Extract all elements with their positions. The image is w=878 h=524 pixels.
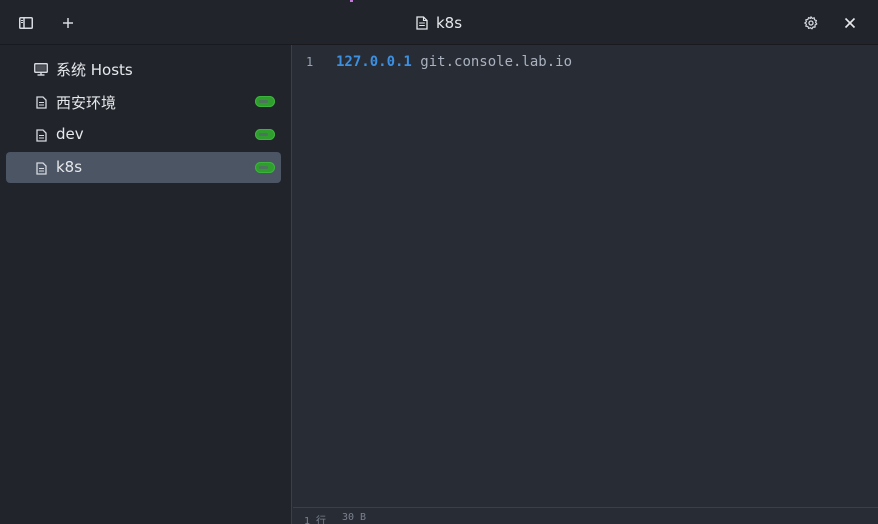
sidebar-item-system-hosts[interactable]: 系统 Hosts — [6, 53, 281, 84]
ip-address: 127.0.0.1 — [336, 54, 412, 70]
sidebar-item-xian[interactable]: 西安环境 — [6, 86, 281, 117]
file-icon — [33, 127, 49, 143]
sidebar-item-label: 西安环境 — [56, 94, 117, 112]
sidebar-item-label: k8s — [56, 158, 83, 176]
enable-toggle[interactable] — [255, 162, 275, 173]
line-count: 1 行 — [304, 516, 327, 524]
code-text: 127.0.0.1 git.console.lab.io — [336, 54, 572, 70]
hosts-editor[interactable]: 1 127.0.0.1 git.console.lab.io — [293, 45, 878, 507]
title-bar: k8s — [0, 0, 878, 45]
close-icon — [844, 17, 856, 29]
monitor-icon — [33, 61, 49, 77]
sidebar-item-k8s[interactable]: k8s — [6, 152, 281, 183]
window-title-text: k8s — [435, 14, 463, 32]
title-accent — [350, 0, 353, 2]
file-size: 30 B — [342, 512, 367, 523]
hostname: git.console.lab.io — [420, 54, 573, 70]
sidebar-item-label: dev — [56, 125, 84, 143]
sidebar-item-dev[interactable]: dev — [6, 119, 281, 150]
file-icon — [33, 94, 49, 110]
line-number: 1 — [306, 55, 314, 69]
hosts-list: 系统 Hosts 西安环境 dev k8s — [6, 53, 281, 185]
window-title: k8s — [0, 12, 878, 34]
settings-button[interactable] — [798, 10, 824, 36]
sidebar: 系统 Hosts 西安环境 dev k8s — [0, 45, 292, 524]
enable-toggle[interactable] — [255, 129, 275, 140]
gear-icon — [804, 16, 818, 30]
close-button[interactable] — [837, 10, 863, 36]
file-icon — [416, 16, 428, 30]
status-bar: 1 行 30 B — [293, 507, 878, 524]
enable-toggle[interactable] — [255, 96, 275, 107]
sidebar-item-label: 系统 Hosts — [56, 61, 133, 79]
file-icon — [33, 160, 49, 176]
app-window: k8s 系统 Hosts 西安环境 dev k8s 1 127.0.0.1 gi… — [0, 0, 878, 524]
